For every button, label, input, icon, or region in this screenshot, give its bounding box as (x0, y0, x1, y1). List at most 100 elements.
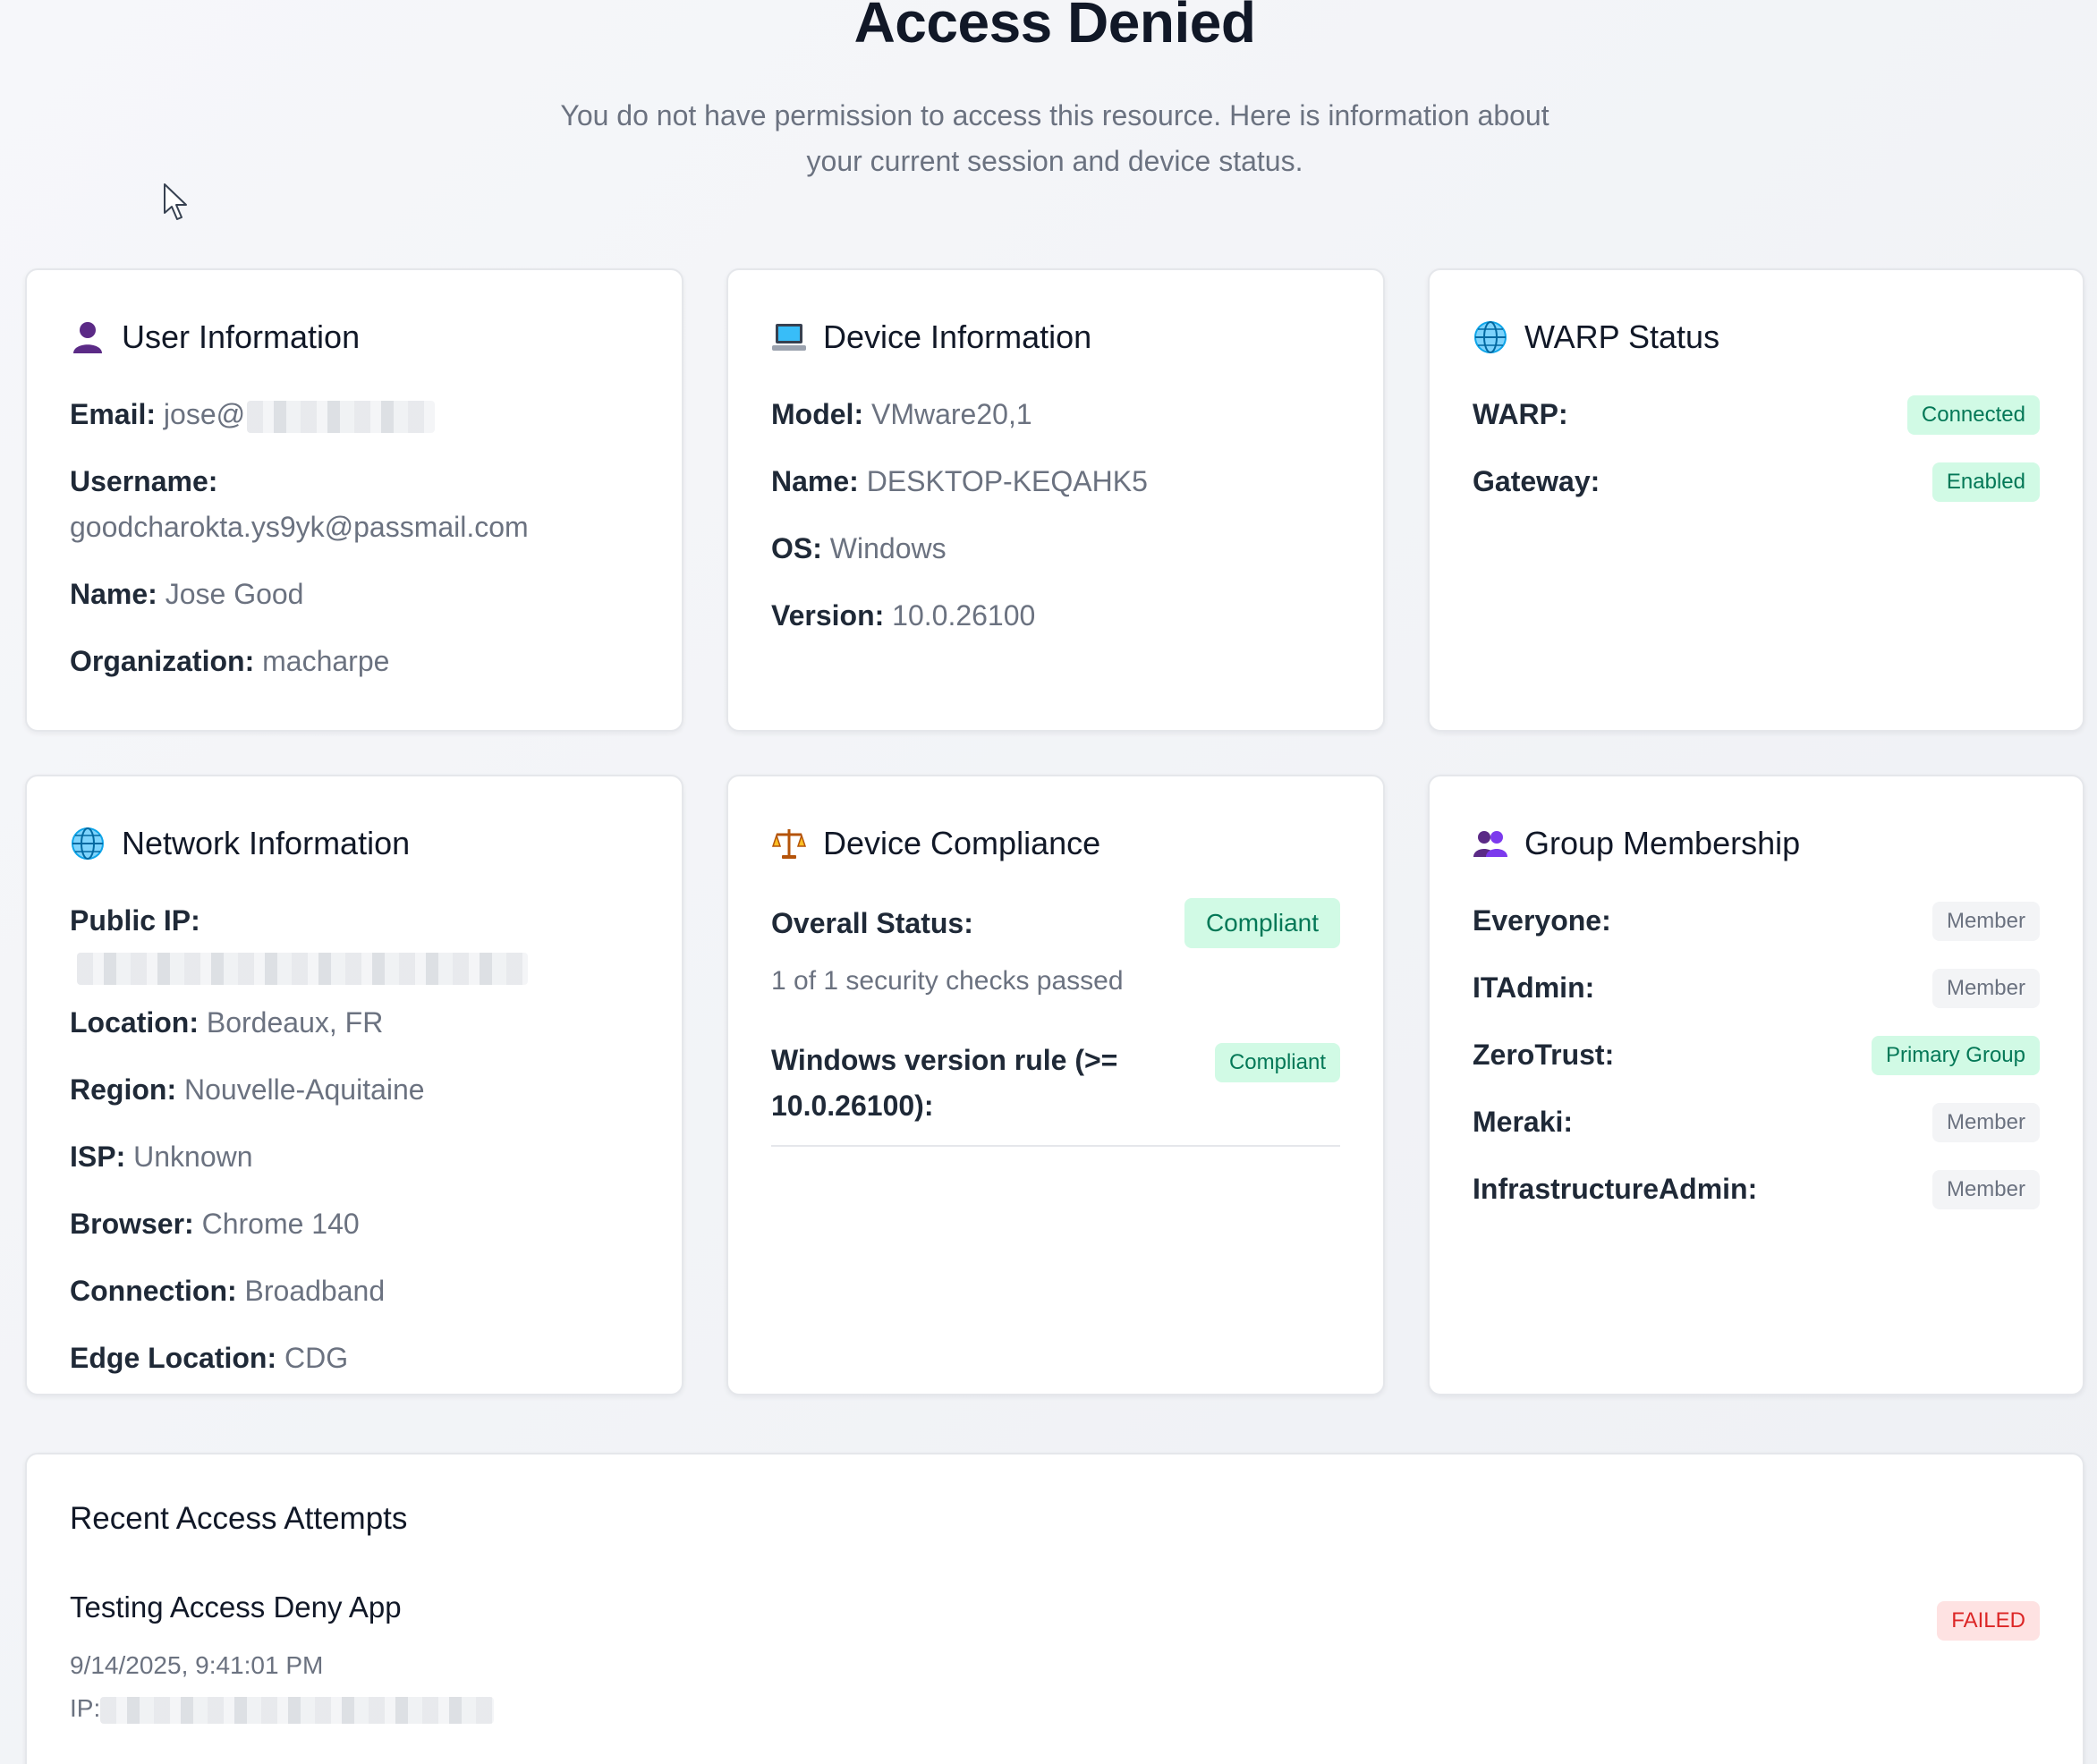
group-name: Meraki: (1473, 1106, 1574, 1138)
group-name: InfrastructureAdmin: (1473, 1173, 1758, 1205)
device-name-row: Name: DESKTOP-KEQAHK5 (771, 448, 1340, 515)
overall-status-row: Overall Status: Compliant (771, 887, 1340, 959)
card-title: Network Information (122, 825, 411, 861)
group-row: ITAdmin: Member (1473, 954, 2040, 1022)
access-attempt-details: Testing Access Deny App 9/14/2025, 9:41:… (70, 1590, 495, 1730)
card-title: Device Information (823, 318, 1092, 355)
location-row: Location: Bordeaux, FR (70, 989, 639, 1056)
security-checks-summary: 1 of 1 security checks passed (771, 966, 1124, 996)
card-header: User Information (70, 313, 639, 361)
group-row: InfrastructureAdmin: Member (1473, 1156, 2040, 1223)
group-row: ZeroTrust: Primary Group (1473, 1022, 2040, 1089)
users-icon (1473, 826, 1508, 861)
connection-value: Broadband (244, 1275, 386, 1307)
card-header: Device Compliance (771, 819, 1340, 868)
group-role-badge: Member (1931, 1102, 2040, 1142)
access-denied-page: Access Denied You do not have permission… (0, 0, 2097, 1764)
overall-status-label: Overall Status: (771, 906, 973, 939)
connection-label: Connection: (70, 1275, 237, 1307)
warp-label: WARP: (1473, 398, 1568, 430)
device-name-value: DESKTOP-KEQAHK5 (866, 465, 1148, 497)
group-name: ZeroTrust: (1473, 1039, 1615, 1071)
name-label: Name: (70, 578, 157, 610)
region-row: Region: Nouvelle-Aquitaine (70, 1056, 639, 1124)
card-title: WARP Status (1524, 318, 1720, 355)
warp-status-badge: Connected (1906, 394, 2040, 435)
model-row: Model: VMware20,1 (771, 381, 1340, 448)
card-header: Group Membership (1473, 819, 2040, 868)
scales-icon (771, 826, 807, 861)
recent-attempts-title: Recent Access Attempts (70, 1501, 408, 1536)
compliance-rule-row: Windows version rule (>= 10.0.26100): Co… (771, 1020, 1340, 1147)
redacted-email-domain (247, 400, 436, 433)
group-membership-card: Group Membership Everyone: Member ITAdmi… (1428, 775, 2084, 1395)
region-label: Region: (70, 1073, 177, 1106)
card-title: Group Membership (1524, 825, 1801, 861)
access-attempt-ip-row: IP: (70, 1687, 495, 1730)
group-role-badge: Member (1931, 968, 2040, 1008)
username-row: Username: goodcharokta.ys9yk@passmail.co… (70, 448, 639, 550)
edge-location-row: Edge Location: CDG (70, 1325, 639, 1392)
organization-label: Organization: (70, 645, 255, 677)
isp-label: ISP: (70, 1141, 126, 1173)
recent-access-attempts-card: Recent Access Attempts Testing Access De… (25, 1453, 2084, 1764)
group-role-badge: Member (1931, 1169, 2040, 1209)
device-compliance-card: Device Compliance Overall Status: Compli… (726, 775, 1385, 1395)
gateway-row: Gateway: Enabled (1473, 448, 2040, 515)
email-value: jose@ (163, 398, 246, 430)
mouse-pointer-icon (164, 183, 187, 220)
access-attempt-status-badge: FAILED (1937, 1601, 2040, 1641)
card-header: Device Information (771, 313, 1340, 361)
email-label: Email: (70, 398, 157, 430)
access-attempt-ip-label: IP: (70, 1694, 101, 1722)
group-role-badge: Member (1931, 901, 2040, 941)
overall-status-badge: Compliant (1184, 898, 1340, 948)
group-row: Everyone: Member (1473, 887, 2040, 954)
globe-icon (70, 826, 106, 861)
edge-location-label: Edge Location: (70, 1342, 277, 1374)
name-row: Name: Jose Good (70, 561, 639, 628)
user-information-card: User Information Email: jose@ Username: … (25, 268, 683, 732)
card-header: Network Information (70, 819, 639, 868)
group-name: Everyone: (1473, 904, 1611, 937)
compliance-rule-label: Windows version rule (>= 10.0.26100): (771, 1044, 1118, 1122)
group-role-badge: Primary Group (1871, 1035, 2040, 1075)
redacted-public-ip (77, 952, 528, 985)
warp-row: WARP: Connected (1473, 381, 2040, 448)
network-information-card: Network Information Public IP: Location:… (25, 775, 683, 1395)
public-ip-label: Public IP: (70, 904, 200, 937)
device-name-label: Name: (771, 465, 859, 497)
browser-label: Browser: (70, 1208, 194, 1240)
redacted-attempt-ip (100, 1696, 495, 1724)
isp-row: ISP: Unknown (70, 1124, 639, 1191)
group-name: ITAdmin: (1473, 971, 1595, 1004)
compliance-rule-badge: Compliant (1214, 1043, 1340, 1082)
access-attempt-timestamp: 9/14/2025, 9:41:01 PM (70, 1651, 324, 1679)
os-row: OS: Windows (771, 515, 1340, 582)
name-value: Jose Good (165, 578, 304, 610)
version-row: Version: 10.0.26100 (771, 582, 1340, 649)
username-label: Username: (70, 465, 218, 497)
device-information-card: Device Information Model: VMware20,1 Nam… (726, 268, 1385, 732)
model-value: VMware20,1 (870, 398, 1032, 430)
email-row: Email: jose@ (70, 381, 639, 448)
page-subtitle: You do not have permission to access thi… (560, 99, 1549, 177)
model-label: Model: (771, 398, 864, 430)
card-title: User Information (122, 318, 361, 355)
region-value: Nouvelle-Aquitaine (183, 1073, 425, 1106)
gateway-status-badge: Enabled (1931, 462, 2040, 502)
public-ip-row: Public IP: (70, 887, 639, 989)
username-value: goodcharokta.ys9yk@passmail.com (70, 511, 529, 543)
connection-row: Connection: Broadband (70, 1258, 639, 1325)
version-value: 10.0.26100 (892, 599, 1036, 632)
access-attempt-item: Testing Access Deny App 9/14/2025, 9:41:… (70, 1590, 2040, 1730)
globe-icon (1473, 319, 1508, 355)
group-row: Meraki: Member (1473, 1089, 2040, 1156)
location-value: Bordeaux, FR (206, 1006, 384, 1039)
organization-row: Organization: macharpe (70, 628, 639, 695)
organization-value: macharpe (262, 645, 390, 677)
location-label: Location: (70, 1006, 199, 1039)
edge-location-value: CDG (284, 1342, 349, 1374)
access-attempt-app-name: Testing Access Deny App (70, 1590, 402, 1624)
page-title: Access Denied (853, 0, 1256, 55)
